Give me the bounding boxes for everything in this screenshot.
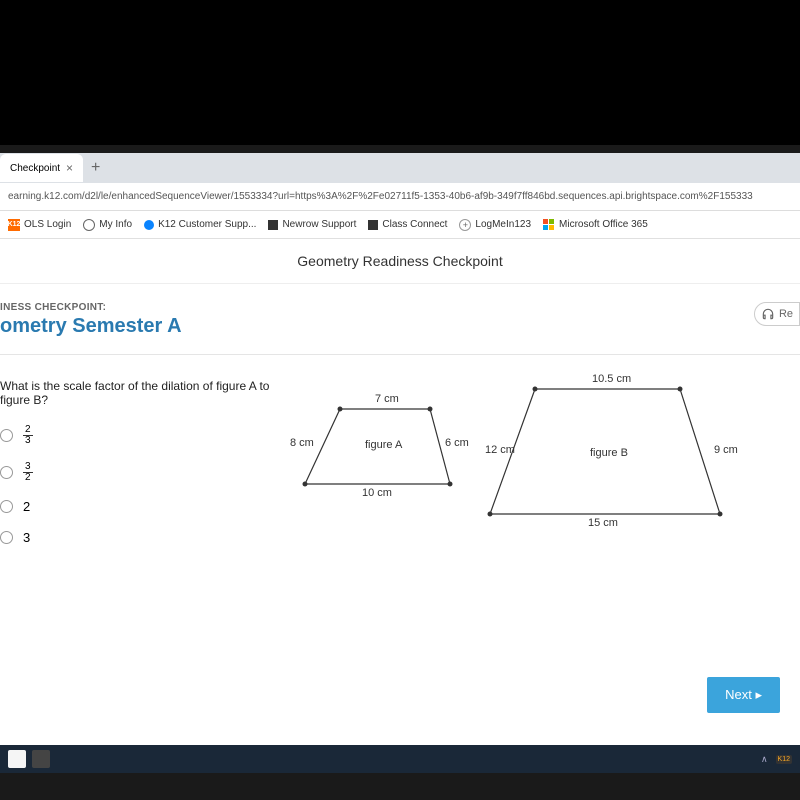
radio-icon[interactable] bbox=[0, 531, 13, 544]
measure-b-left: 12 cm bbox=[485, 444, 515, 456]
fraction-label: 2 3 bbox=[23, 425, 33, 446]
tab-title: Checkpoint bbox=[10, 163, 60, 174]
chevron-up-icon[interactable]: ∧ bbox=[761, 754, 768, 765]
browser-tab[interactable]: Checkpoint × bbox=[0, 154, 83, 182]
bookmark-label: Newrow Support bbox=[282, 219, 356, 230]
taskbar-app-icon[interactable] bbox=[32, 750, 50, 768]
read-label: Re bbox=[779, 308, 793, 320]
figures-area: 7 cm 8 cm 6 cm 10 cm figure A 10.5 cm 12… bbox=[290, 379, 800, 579]
bookmark-label: LogMeIn123 bbox=[475, 219, 531, 230]
microsoft-icon bbox=[543, 219, 555, 231]
semester-title: ometry Semester A bbox=[0, 315, 182, 338]
laptop-frame: Checkpoint × + earning.k12.com/d2l/le/en… bbox=[0, 145, 800, 800]
taskbar-app-icon[interactable] bbox=[8, 750, 26, 768]
measure-b-right: 9 cm bbox=[714, 444, 738, 456]
option-label: 2 bbox=[23, 499, 30, 514]
option-two[interactable]: 2 bbox=[0, 499, 290, 514]
bookmark-label: K12 Customer Supp... bbox=[158, 219, 256, 230]
option-two-thirds[interactable]: 2 3 bbox=[0, 425, 290, 446]
bookmarks-bar: K12 OLS Login My Info K12 Customer Supp.… bbox=[0, 211, 800, 239]
question-text: What is the scale factor of the dilation… bbox=[0, 379, 290, 407]
bookmark-logmein[interactable]: + LogMeIn123 bbox=[459, 219, 531, 231]
next-button[interactable]: Next ▸ bbox=[707, 677, 780, 713]
taskbar-right: ∧ K12 bbox=[761, 754, 792, 765]
k12-icon: K12 bbox=[8, 219, 20, 231]
bookmark-my-info[interactable]: My Info bbox=[83, 219, 132, 231]
option-three-halves[interactable]: 3 2 bbox=[0, 462, 290, 483]
figure-a-label: figure A bbox=[365, 439, 402, 451]
figure-b-label: figure B bbox=[590, 447, 628, 459]
plus-icon: + bbox=[459, 219, 471, 231]
measure-a-right: 6 cm bbox=[445, 437, 469, 449]
option-label: 3 bbox=[23, 530, 30, 545]
measure-a-bottom: 10 cm bbox=[362, 487, 392, 499]
chat-icon bbox=[144, 220, 154, 230]
question-area: What is the scale factor of the dilation… bbox=[0, 355, 800, 579]
question-left: What is the scale factor of the dilation… bbox=[0, 379, 290, 579]
geometry-figures bbox=[280, 379, 780, 559]
taskbar-left bbox=[8, 750, 50, 768]
address-bar[interactable]: earning.k12.com/d2l/le/enhancedSequenceV… bbox=[0, 183, 800, 211]
app-icon bbox=[268, 220, 278, 230]
radio-icon[interactable] bbox=[0, 429, 13, 442]
read-aloud-button[interactable]: Re bbox=[754, 302, 800, 326]
new-tab-button[interactable]: + bbox=[83, 159, 108, 177]
bookmark-label: Microsoft Office 365 bbox=[559, 219, 648, 230]
fraction-label: 3 2 bbox=[23, 462, 33, 483]
bookmark-label: My Info bbox=[99, 219, 132, 230]
globe-icon bbox=[83, 219, 95, 231]
measure-b-bottom: 15 cm bbox=[588, 517, 618, 529]
bookmark-class-connect[interactable]: Class Connect bbox=[368, 219, 447, 230]
measure-b-top: 10.5 cm bbox=[592, 373, 631, 385]
checkpoint-label: INESS CHECKPOINT: bbox=[0, 302, 182, 313]
close-icon[interactable]: × bbox=[66, 161, 73, 175]
browser-tab-bar: Checkpoint × + bbox=[0, 153, 800, 183]
checkpoint-header: INESS CHECKPOINT: ometry Semester A Re bbox=[0, 284, 800, 346]
headphones-icon bbox=[761, 307, 775, 321]
page-title: Geometry Readiness Checkpoint bbox=[0, 239, 800, 284]
url-text: earning.k12.com/d2l/le/enhancedSequenceV… bbox=[8, 191, 753, 202]
k12-tray-icon[interactable]: K12 bbox=[776, 755, 792, 764]
bookmark-k12-support[interactable]: K12 Customer Supp... bbox=[144, 219, 256, 230]
bookmark-label: OLS Login bbox=[24, 219, 71, 230]
screen: Checkpoint × + earning.k12.com/d2l/le/en… bbox=[0, 153, 800, 773]
option-three[interactable]: 3 bbox=[0, 530, 290, 545]
measure-a-top: 7 cm bbox=[375, 393, 399, 405]
measure-a-left: 8 cm bbox=[290, 437, 314, 449]
radio-icon[interactable] bbox=[0, 500, 13, 513]
bookmark-label: Class Connect bbox=[382, 219, 447, 230]
bookmark-office365[interactable]: Microsoft Office 365 bbox=[543, 219, 648, 231]
camera-cutout-area bbox=[0, 0, 800, 145]
app-icon bbox=[368, 220, 378, 230]
windows-taskbar: ∧ K12 bbox=[0, 745, 800, 773]
bookmark-ols-login[interactable]: K12 OLS Login bbox=[8, 219, 71, 231]
radio-icon[interactable] bbox=[0, 466, 13, 479]
bookmark-newrow[interactable]: Newrow Support bbox=[268, 219, 356, 230]
